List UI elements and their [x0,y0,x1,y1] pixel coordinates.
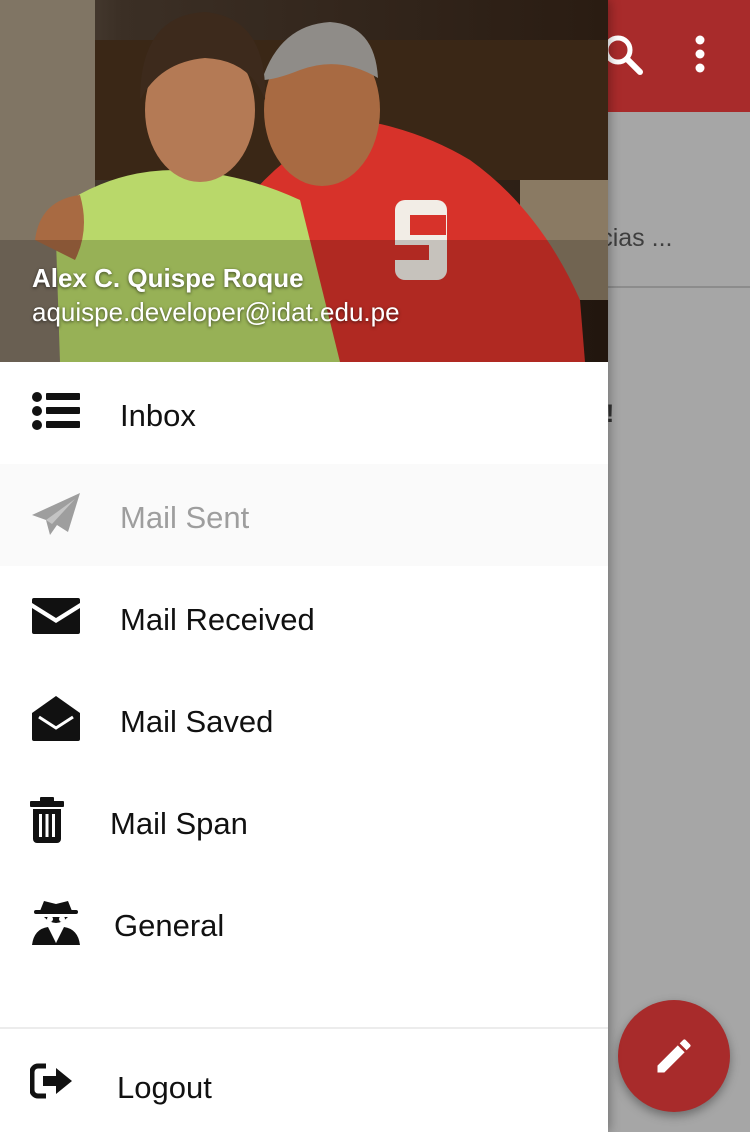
menu-item-mail-received[interactable]: Mail Received [0,566,608,668]
menu-label-inbox: Inbox [120,398,196,433]
menu-label-mail-sent: Mail Sent [120,500,250,535]
user-secret-icon [32,901,80,945]
menu-item-mail-sent[interactable]: Mail Sent [0,464,608,566]
pencil-icon [657,1039,691,1073]
more-vert-icon[interactable] [684,30,716,78]
drawer-header: Alex C. Quispe Roque aquispe.developer@i… [0,0,608,362]
menu-label-general: General [114,908,225,943]
menu-label-mail-span: Mail Span [110,806,248,841]
user-name: Alex C. Quispe Roque [32,263,304,293]
list-icon [32,392,80,430]
menu-item-mail-span[interactable]: Mail Span [0,770,608,872]
compose-button[interactable] [618,1000,730,1112]
user-email: aquispe.developer@idat.edu.pe [32,297,400,327]
envelope-open-icon [32,696,80,741]
envelope-icon [32,598,80,634]
menu-item-logout[interactable]: Logout [0,1030,608,1132]
menu-divider [0,1027,608,1029]
navigation-drawer: Alex C. Quispe Roque aquispe.developer@i… [0,0,608,1132]
trash-icon [30,797,64,843]
menu-label-logout: Logout [117,1070,212,1105]
sign-out-icon [30,1063,72,1099]
menu-item-general[interactable]: General [0,872,608,974]
paper-plane-icon [32,493,80,535]
menu-item-mail-saved[interactable]: Mail Saved [0,668,608,770]
menu-label-mail-saved: Mail Saved [120,704,274,739]
menu-item-inbox[interactable]: Inbox [0,362,608,464]
menu-label-mail-received: Mail Received [120,602,315,637]
